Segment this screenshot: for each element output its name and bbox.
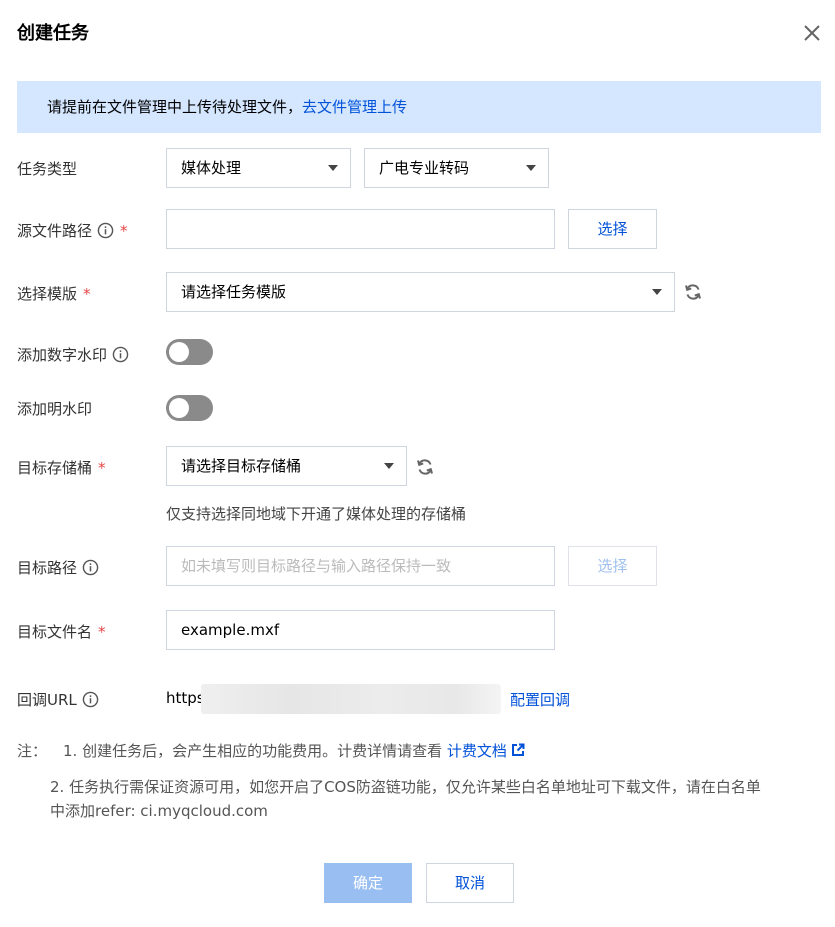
target-bucket-hint: 仅支持选择同地域下开通了媒体处理的存储桶 <box>166 505 467 523</box>
visible-watermark-label: 添加明水印 <box>17 398 92 419</box>
target-filename-value: example.mxf <box>181 621 280 639</box>
target-filename-input[interactable]: example.mxf <box>166 610 555 650</box>
cancel-button[interactable]: 取消 <box>426 863 514 903</box>
source-path-select-button[interactable]: 选择 <box>568 209 657 249</box>
note-1-text: 创建任务后，会产生相应的功能费用。计费详情请查看 <box>82 742 443 760</box>
info-notice: 请提前在文件管理中上传待处理文件，去文件管理上传 <box>17 81 821 133</box>
callback-url-label: 回调URL <box>17 689 99 710</box>
visible-watermark-label-text: 添加明水印 <box>17 400 93 418</box>
close-icon[interactable] <box>800 21 824 45</box>
template-select-value: 请选择任务模版 <box>181 283 287 301</box>
task-subtype-value: 广电专业转码 <box>379 159 470 177</box>
template-select[interactable]: 请选择任务模版 <box>166 272 675 312</box>
refresh-icon[interactable] <box>415 457 435 477</box>
required-mark: * <box>120 221 128 240</box>
task-type-label-text: 任务类型 <box>17 160 78 178</box>
template-label: 选择模版 * <box>17 283 91 304</box>
template-label-text: 选择模版 <box>17 285 78 303</box>
target-path-input[interactable]: 如未填写则目标路径与输入路径保持一致 <box>166 546 555 586</box>
note-1: 注： 1. 创建任务后，会产生相应的功能费用。计费详情请查看 计费文档 <box>17 740 525 762</box>
target-path-placeholder: 如未填写则目标路径与输入路径保持一致 <box>181 557 452 575</box>
source-path-label-text: 源文件路径 <box>17 222 93 240</box>
external-link-icon <box>511 743 525 756</box>
chevron-down-icon <box>652 289 662 295</box>
info-icon[interactable] <box>112 346 129 363</box>
target-path-label-text: 目标路径 <box>17 559 78 577</box>
billing-doc-link-text: 计费文档 <box>446 742 507 760</box>
target-bucket-label-text: 目标存储桶 <box>17 459 93 477</box>
callback-url-prefix: https <box>166 689 205 707</box>
target-bucket-select[interactable]: 请选择目标存储桶 <box>166 446 407 486</box>
target-path-label: 目标路径 <box>17 557 99 578</box>
notice-text: 请提前在文件管理中上传待处理文件， <box>47 98 303 116</box>
file-manager-link[interactable]: 去文件管理上传 <box>302 98 407 116</box>
confirm-button[interactable]: 确定 <box>324 863 412 903</box>
billing-doc-link[interactable]: 计费文档 <box>447 742 525 760</box>
info-icon[interactable] <box>82 559 99 576</box>
task-category-value: 媒体处理 <box>181 159 242 177</box>
target-bucket-value: 请选择目标存储桶 <box>181 457 302 475</box>
visible-watermark-toggle[interactable] <box>166 395 213 421</box>
info-icon[interactable] <box>82 691 99 708</box>
required-mark: * <box>98 622 106 641</box>
task-category-select[interactable]: 媒体处理 <box>166 148 351 188</box>
required-mark: * <box>98 458 106 477</box>
required-mark: * <box>83 284 91 303</box>
callback-url-redacted <box>201 684 501 714</box>
task-subtype-select[interactable]: 广电专业转码 <box>364 148 549 188</box>
digital-watermark-label-text: 添加数字水印 <box>17 346 108 364</box>
chevron-down-icon <box>328 165 338 171</box>
note-1-number: 1. <box>63 742 78 760</box>
dialog-title: 创建任务 <box>17 23 89 44</box>
source-path-label: 源文件路径 * <box>17 220 128 241</box>
callback-url-label-text: 回调URL <box>17 691 77 709</box>
source-path-input[interactable] <box>166 209 555 249</box>
create-task-dialog: 创建任务 请提前在文件管理中上传待处理文件，去文件管理上传 任务类型 媒体处理 … <box>0 0 835 927</box>
digital-watermark-toggle[interactable] <box>166 339 213 365</box>
note-2: 2. 任务执行需保证资源可用，如您开启了COS防盗链功能，仅允许某些白名单地址可… <box>50 778 761 796</box>
notes-prefix: 注： <box>17 742 48 760</box>
target-filename-label: 目标文件名 * <box>17 621 106 642</box>
target-bucket-label: 目标存储桶 * <box>17 457 106 478</box>
target-path-select-button[interactable]: 选择 <box>568 546 657 586</box>
task-type-label: 任务类型 <box>17 158 77 179</box>
note-2-line-2: 中添加refer: ci.myqcloud.com <box>50 802 268 820</box>
chevron-down-icon <box>526 165 536 171</box>
refresh-icon[interactable] <box>683 282 703 302</box>
toggle-knob <box>169 342 189 362</box>
info-icon[interactable] <box>97 222 114 239</box>
toggle-knob <box>169 398 189 418</box>
digital-watermark-label: 添加数字水印 <box>17 344 129 365</box>
chevron-down-icon <box>384 463 394 469</box>
target-filename-label-text: 目标文件名 <box>17 623 93 641</box>
configure-callback-link[interactable]: 配置回调 <box>510 689 570 710</box>
